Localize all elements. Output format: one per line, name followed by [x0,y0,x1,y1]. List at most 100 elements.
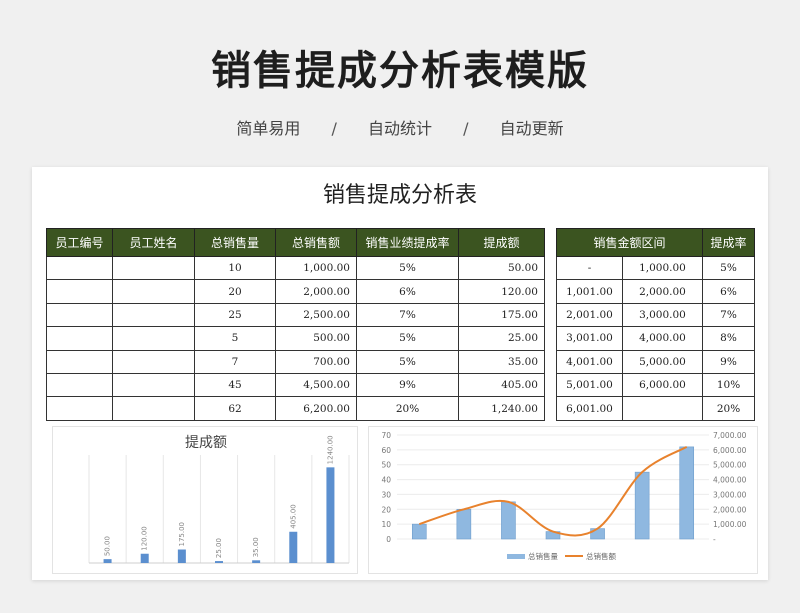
tag-separator: / [332,119,337,138]
tagline: 简单易用 / 自动统计 / 自动更新 [0,115,800,139]
y-tick-right: - [713,535,716,544]
cell-commission-amount[interactable]: 50.00 [459,257,545,280]
tag-auto-stats: 自动统计 [368,115,432,139]
cell-employee-name[interactable] [113,397,195,420]
cell-commission-rate[interactable]: 5% [357,327,459,350]
cell-commission-rate[interactable]: 20% [357,397,459,420]
cell-range-min[interactable]: 5,001.00 [557,373,623,396]
cell-employee-name[interactable] [113,257,195,280]
bar-chart-svg: 提成额 50.00120.00175.0025.0035.00405.00124… [53,427,359,575]
cell-total-sales[interactable]: 700.00 [276,350,357,373]
table-row: 3,001.004,000.008% [557,327,755,350]
cell-range-min[interactable]: 4,001.00 [557,350,623,373]
y-tick-right: 1,000.00 [713,520,747,529]
y-tick-left: 30 [381,490,391,499]
data-label: 405.00 [289,504,297,529]
cell-range-max[interactable] [623,397,703,420]
y-tick-right: 7,000.00 [713,431,747,440]
y-tick-right: 2,000.00 [713,505,747,514]
y-tick-left: 20 [381,505,391,514]
table-row: 6,001.00 20% [557,397,755,420]
cell-commission-amount[interactable]: 25.00 [459,327,545,350]
cell-range-max[interactable]: 6,000.00 [623,373,703,396]
cell-total-qty[interactable]: 10 [195,257,276,280]
y-tick-right: 3,000.00 [713,490,747,499]
cell-commission-amount[interactable]: 120.00 [459,280,545,303]
cell-commission-rate[interactable]: 9% [357,373,459,396]
cell-range-max[interactable]: 1,000.00 [623,257,703,280]
table-row: -1,000.005% [557,257,755,280]
cell-range-min[interactable]: 1,001.00 [557,280,623,303]
cell-employee-id[interactable] [47,280,113,303]
cell-employee-name[interactable] [113,303,195,326]
cell-employee-id[interactable] [47,303,113,326]
cell-employee-id[interactable] [47,397,113,420]
cell-total-sales[interactable]: 500.00 [276,327,357,350]
cell-employee-id[interactable] [47,373,113,396]
cell-total-sales[interactable]: 2,000.00 [276,280,357,303]
cell-total-qty[interactable]: 7 [195,350,276,373]
cell-rate[interactable]: 5% [703,257,755,280]
qty-bar [591,529,605,539]
cell-commission-amount[interactable]: 175.00 [459,303,545,326]
cell-total-sales[interactable]: 6,200.00 [276,397,357,420]
cell-total-qty[interactable]: 20 [195,280,276,303]
cell-range-max[interactable]: 5,000.00 [623,350,703,373]
cell-rate[interactable]: 6% [703,280,755,303]
cell-employee-id[interactable] [47,327,113,350]
cell-commission-rate[interactable]: 5% [357,257,459,280]
cell-range-max[interactable]: 3,000.00 [623,303,703,326]
col-sales-range: 销售金额区间 [557,229,703,257]
cell-rate[interactable]: 20% [703,397,755,420]
cell-range-min[interactable]: 6,001.00 [557,397,623,420]
cell-range-max[interactable]: 4,000.00 [623,327,703,350]
cell-total-sales[interactable]: 4,500.00 [276,373,357,396]
table-row: 1,001.002,000.006% [557,280,755,303]
col-rate: 提成率 [703,229,755,257]
cell-rate[interactable]: 10% [703,373,755,396]
tag-easy: 简单易用 [236,115,300,139]
cell-range-max[interactable]: 2,000.00 [623,280,703,303]
data-label: 175.00 [178,522,186,547]
cell-commission-rate[interactable]: 6% [357,280,459,303]
cell-total-qty[interactable]: 25 [195,303,276,326]
cell-commission-amount[interactable]: 35.00 [459,350,545,373]
cell-commission-amount[interactable]: 405.00 [459,373,545,396]
bar [215,561,223,563]
col-employee-id: 员工编号 [47,229,113,257]
rate-bracket-table: 销售金额区间 提成率 -1,000.005%1,001.002,000.006%… [556,228,755,421]
col-total-sales: 总销售额 [276,229,357,257]
cell-employee-id[interactable] [47,257,113,280]
cell-commission-rate[interactable]: 7% [357,303,459,326]
cell-rate[interactable]: 9% [703,350,755,373]
y-tick-left: 10 [381,520,391,529]
cell-employee-name[interactable] [113,373,195,396]
cell-commission-amount[interactable]: 1,240.00 [459,397,545,420]
cell-range-min[interactable]: 3,001.00 [557,327,623,350]
cell-total-qty[interactable]: 45 [195,373,276,396]
cell-total-sales[interactable]: 1,000.00 [276,257,357,280]
cell-total-qty[interactable]: 5 [195,327,276,350]
bar [326,467,334,563]
cell-employee-id[interactable] [47,350,113,373]
qty-bar [457,509,471,539]
table-row: 626,200.0020%1,240.00 [47,397,545,420]
cell-commission-rate[interactable]: 5% [357,350,459,373]
table-row: 4,001.005,000.009% [557,350,755,373]
cell-employee-name[interactable] [113,350,195,373]
cell-range-min[interactable]: 2,001.00 [557,303,623,326]
cell-range-min[interactable]: - [557,257,623,280]
cell-total-qty[interactable]: 62 [195,397,276,420]
cell-rate[interactable]: 7% [703,303,755,326]
y-tick-left: 70 [381,431,391,440]
chart-title: 提成额 [185,435,227,451]
cell-employee-name[interactable] [113,327,195,350]
table-row: 7700.005%35.00 [47,350,545,373]
cell-employee-name[interactable] [113,280,195,303]
qty-bar [680,447,694,539]
y-tick-right: 6,000.00 [713,446,747,455]
col-total-qty: 总销售量 [195,229,276,257]
cell-rate[interactable]: 8% [703,327,755,350]
cell-total-sales[interactable]: 2,500.00 [276,303,357,326]
combo-chart-svg: 0-101,000.00202,000.00303,000.00404,000.… [369,427,759,575]
